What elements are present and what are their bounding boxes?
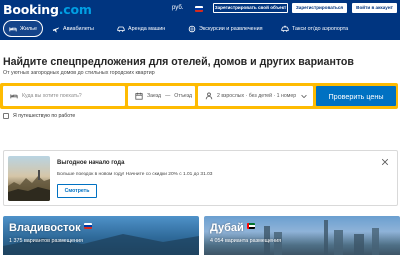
sign-in-button[interactable]: Войти в аккаунт bbox=[352, 3, 397, 13]
destination-field[interactable]: Куда вы хотите поехать? bbox=[3, 86, 125, 106]
bed-icon bbox=[9, 26, 17, 31]
work-travel-checkbox[interactable] bbox=[3, 113, 9, 119]
city-name-text: Дубай bbox=[210, 222, 244, 234]
bed-icon bbox=[10, 94, 18, 99]
search-button[interactable]: Проверить цены bbox=[316, 86, 396, 106]
city-name: Владивосток bbox=[9, 222, 93, 234]
promo-text: Больше поездок в новом году! Начните со … bbox=[57, 172, 213, 177]
tab-flights-label: Авиабилеты bbox=[63, 25, 94, 32]
car-icon bbox=[117, 26, 125, 32]
logo-suffix: .com bbox=[58, 2, 92, 17]
tab-airport-taxis-label: Такси от/до аэропорта bbox=[292, 25, 349, 32]
close-icon[interactable] bbox=[381, 158, 389, 166]
tab-car-rentals[interactable]: Аренда машин bbox=[112, 20, 170, 37]
calendar-icon bbox=[135, 92, 143, 100]
date-separator: — bbox=[165, 93, 171, 99]
tab-flights[interactable]: Авиабилеты bbox=[47, 20, 99, 37]
flag-slot bbox=[246, 223, 256, 230]
person-icon bbox=[205, 92, 213, 100]
work-travel-label: Я путешествую по работе bbox=[13, 113, 76, 119]
checkin-label: Заезд bbox=[147, 93, 162, 99]
city-card-vladivostok[interactable]: Владивосток 1 375 вариантов размещения bbox=[3, 216, 199, 255]
guests-label: 2 взрослых · без детей · 1 номер bbox=[217, 93, 297, 99]
page-subtitle: От уютных загородных домов до стильных г… bbox=[3, 70, 155, 76]
tab-airport-taxis[interactable]: Такси от/до аэропорта bbox=[276, 20, 353, 37]
page-title: Найдите спецпредложения для отелей, домо… bbox=[3, 56, 354, 68]
city-property-count: 4 054 варианта размещения bbox=[210, 238, 282, 244]
guests-field[interactable]: 2 взрослых · без детей · 1 номер bbox=[198, 86, 313, 106]
promo-title: Выгодное начало года bbox=[57, 160, 125, 166]
tab-stays-label: Жилье bbox=[20, 25, 37, 32]
promo-image bbox=[8, 156, 50, 201]
checkout-label: Отъезд bbox=[174, 93, 192, 99]
attractions-icon bbox=[188, 25, 196, 32]
city-property-count: 1 375 вариантов размещения bbox=[9, 238, 83, 244]
city-card-dubai[interactable]: Дубай 4 054 варианта размещения bbox=[204, 216, 400, 255]
city-name-text: Владивосток bbox=[9, 222, 81, 234]
promo-view-button[interactable]: Смотреть bbox=[57, 184, 97, 198]
tab-attractions-label: Экскурсии и развлечения bbox=[199, 25, 263, 32]
work-travel-option[interactable]: Я путешествую по работе bbox=[3, 113, 75, 119]
search-bar: Куда вы хотите поехать? Заезд — Отъезд 2… bbox=[0, 83, 398, 109]
promo-banner: Выгодное начало года Больше поездок в но… bbox=[3, 150, 398, 206]
uae-flag-icon bbox=[246, 223, 255, 229]
main-nav: Жилье Авиабилеты Аренда машин Экскурсии … bbox=[0, 20, 400, 37]
taxi-icon bbox=[281, 25, 289, 32]
russia-flag-icon bbox=[83, 223, 92, 229]
destination-placeholder: Куда вы хотите поехать? bbox=[22, 93, 82, 99]
tab-attractions[interactable]: Экскурсии и развлечения bbox=[183, 20, 268, 37]
dates-field[interactable]: Заезд — Отъезд bbox=[128, 86, 195, 106]
currency-selector[interactable]: руб. bbox=[172, 5, 183, 11]
list-property-button[interactable]: Зарегистрировать свой объект bbox=[213, 3, 288, 13]
logo-text: Booking bbox=[3, 2, 59, 17]
city-skyline-image bbox=[8, 170, 50, 201]
top-header: Booking.com руб. Зарегистрировать свой о… bbox=[0, 0, 400, 40]
plane-icon bbox=[52, 26, 60, 32]
city-name: Дубай bbox=[210, 222, 256, 234]
russia-flag-icon[interactable] bbox=[195, 6, 203, 12]
booking-logo[interactable]: Booking.com bbox=[3, 2, 92, 17]
flag-slot bbox=[83, 223, 93, 230]
tab-car-rentals-label: Аренда машин bbox=[128, 25, 166, 32]
register-button[interactable]: Зарегистрироваться bbox=[292, 3, 347, 13]
tab-stays[interactable]: Жилье bbox=[3, 20, 43, 37]
chevron-down-icon bbox=[301, 94, 307, 99]
